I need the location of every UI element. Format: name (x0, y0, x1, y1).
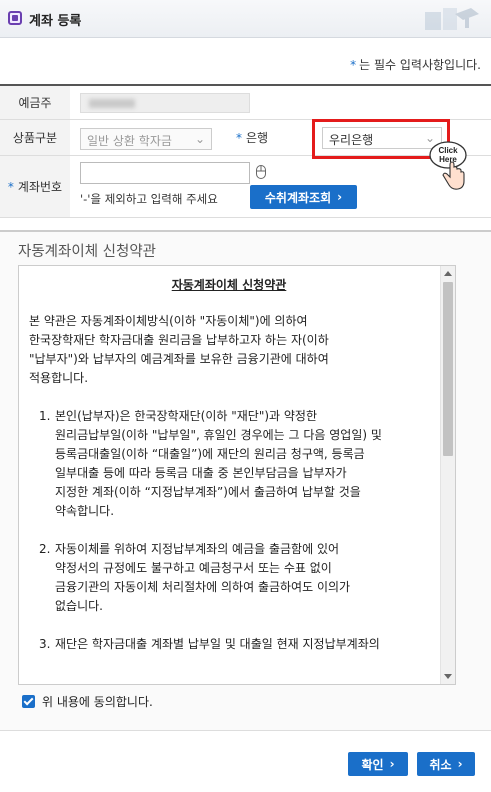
account-inquiry-label: 수취계좌조회 (264, 190, 332, 205)
terms-item-line: 약속합니다. (55, 504, 115, 518)
terms-intro-line: 한국장학재단 학자금대출 원리금을 납부하고자 하는 자(이하 (29, 333, 329, 347)
terms-title: 자동계좌이체 신청약관 (171, 278, 287, 292)
terms-item-number: 3. (39, 637, 51, 651)
chevron-right-icon: › (457, 757, 463, 771)
required-star: * (350, 58, 357, 72)
terms-item-line: 원리금납부일(이하 "납부일", 휴일인 경우에는 그 다음 영업일) 및 (55, 428, 382, 442)
terms-intro-line: "납부자")와 납부자의 예금계좌를 보유한 금융기관에 대하여 (29, 352, 329, 366)
cancel-label: 취소 (429, 757, 452, 772)
product-type-label: 상품구분 (0, 120, 70, 155)
chevron-down-icon: ⌄ (194, 132, 205, 146)
terms-item: 3. 재단은 학자금대출 계좌별 납부일 및 대출일 현재 지정납부계좌의 (29, 635, 429, 654)
product-type-value: 일반 상환 학자금 (87, 134, 172, 148)
agree-label[interactable]: 위 내용에 동의합니다. (42, 693, 153, 710)
account-number-input[interactable] (80, 162, 250, 184)
terms-intro-line: 본 약관은 자동계좌이체방식(이하 "자동이체")에 의하여 (29, 314, 308, 328)
account-number-row: * 계좌번호 '-'을 제외하고 입력해 주세요 (0, 156, 491, 218)
scroll-up-arrow-icon[interactable] (444, 271, 452, 276)
terms-intro-line: 적용합니다. (29, 371, 89, 385)
svg-text:Click: Click (438, 146, 458, 155)
confirm-label: 확인 (361, 757, 384, 772)
title-bar: 계좌 등록 (0, 0, 491, 38)
terms-intro: 본 약관은 자동계좌이체방식(이하 "자동이체")에 의하여한국장학재단 학자금… (29, 312, 429, 388)
confirm-button[interactable]: 확인 › (348, 752, 408, 776)
click-here-hand-icon: Click Here (429, 141, 467, 190)
terms-item-line: 본인(납부자)은 한국장학재단(이하 "재단")과 약정한 (55, 409, 318, 423)
svg-text:Here: Here (439, 155, 457, 164)
terms-item: 1. 본인(납부자)은 한국장학재단(이하 "재단")과 약정한원리금납부일(이하… (29, 407, 429, 521)
terms-items: 1. 본인(납부자)은 한국장학재단(이하 "재단")과 약정한원리금납부일(이하… (29, 407, 429, 654)
depositor-name-masked (80, 93, 250, 113)
product-type-select[interactable]: 일반 상환 학자금 ⌄ (80, 128, 212, 150)
chevron-right-icon: › (389, 757, 395, 771)
mouse-icon[interactable] (255, 164, 267, 180)
terms-item-line: 등록금대출일(이하 “대출일”)에 재단의 원리금 청구액, 등록금 (55, 447, 365, 461)
depositor-label: 예금주 (0, 86, 70, 119)
scroll-down-arrow-icon[interactable] (444, 674, 452, 679)
cancel-button[interactable]: 취소 › (417, 752, 475, 776)
terms-scrollbar[interactable] (440, 266, 455, 684)
terms-item-body: 재단은 학자금대출 계좌별 납부일 및 대출일 현재 지정납부계좌의 (55, 635, 380, 654)
account-number-hint: '-'을 제외하고 입력해 주세요 (80, 192, 218, 206)
required-star: * (7, 179, 14, 194)
required-note-text: 는 필수 입력사항입니다. (359, 58, 481, 72)
footer-divider (0, 730, 491, 731)
scroll-thumb[interactable] (443, 282, 453, 456)
required-fields-note: * 는 필수 입력사항입니다. (350, 56, 481, 73)
terms-item-body: 자동이체를 위하여 지정납부계좌의 예금을 출금함에 있어약정서의 규정에도 불… (55, 540, 350, 616)
terms-content: 자동계좌이체 신청약관 본 약관은 자동계좌이체방식(이하 "자동이체")에 의… (19, 266, 439, 673)
terms-item-line: 일부대출 등에 따라 등록금 대출 중 본인부담금을 납부자가 (55, 466, 347, 480)
terms-item: 2. 자동이체를 위하여 지정납부계좌의 예금을 출금함에 있어약정서의 규정에도… (29, 540, 429, 616)
terms-item-body: 본인(납부자)은 한국장학재단(이하 "재단")과 약정한원리금납부일(이하 "… (55, 407, 382, 521)
window-icon (8, 11, 22, 25)
agree-checkbox[interactable] (22, 695, 35, 708)
depositor-row: 예금주 (0, 86, 491, 120)
chevron-right-icon: › (337, 190, 343, 204)
account-inquiry-button[interactable]: 수취계좌조회 › (250, 185, 357, 209)
terms-item-line: 자동이체를 위하여 지정납부계좌의 예금을 출금함에 있어 (55, 542, 340, 556)
terms-item-line: 없습니다. (55, 599, 103, 613)
terms-item-line: 지정한 계좌(이하 “지정납부계좌”)에서 출금하여 납부할 것을 (55, 485, 361, 499)
agree-row[interactable]: 위 내용에 동의합니다. (22, 693, 153, 710)
terms-item-line: 금융기관의 자동이체 처리절차에 의하여 출금하여도 이의가 (55, 580, 351, 594)
terms-item-number: 2. (39, 542, 51, 556)
bank-label: * 은행 (226, 120, 310, 155)
required-star: * (236, 130, 242, 145)
terms-scroll-box[interactable]: 자동계좌이체 신청약관 본 약관은 자동계좌이체방식(이하 "자동이체")에 의… (18, 265, 456, 685)
graduation-cap-decoration-icon (425, 8, 479, 30)
terms-item-line: 약정서의 규정에도 불구하고 예금청구서 또는 수표 없이 (55, 561, 332, 575)
window-title: 계좌 등록 (29, 14, 82, 29)
terms-item-number: 1. (39, 409, 51, 423)
account-number-label: * 계좌번호 (0, 156, 70, 217)
terms-heading: 자동계좌이체 신청약관 (18, 244, 157, 260)
terms-item-line: 재단은 학자금대출 계좌별 납부일 및 대출일 현재 지정납부계좌의 (55, 637, 380, 651)
